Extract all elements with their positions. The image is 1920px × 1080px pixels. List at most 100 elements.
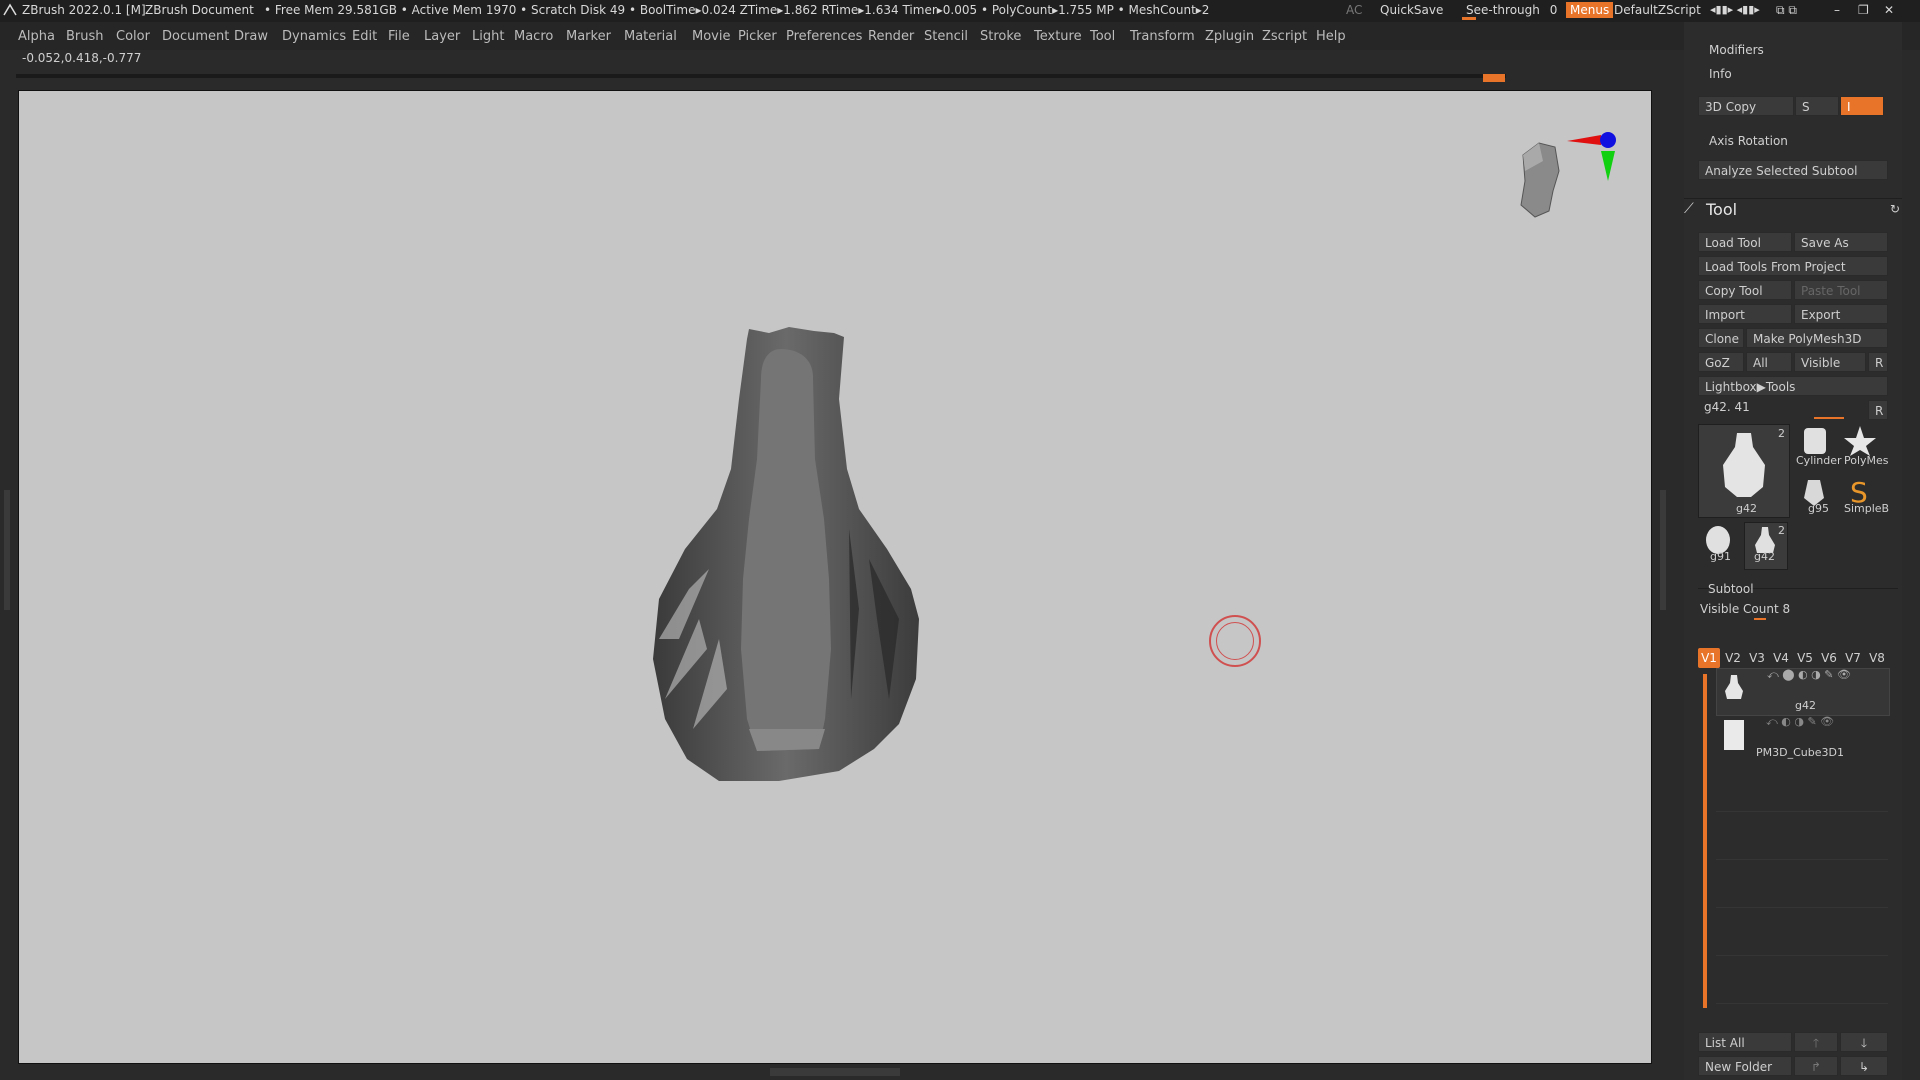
load-tool-button[interactable]: Load Tool	[1698, 232, 1792, 252]
navigation-head-icon[interactable]	[1509, 121, 1639, 231]
subtool-empty-slots	[1716, 764, 1888, 1004]
lightbox-tools-button[interactable]: Lightbox▶Tools	[1698, 376, 1888, 396]
export-button[interactable]: Export	[1794, 304, 1888, 324]
menu-item-preferences[interactable]: Preferences	[786, 29, 862, 44]
minimize-icon[interactable]: –	[1834, 3, 1840, 17]
axis-rotation-label[interactable]: Axis Rotation	[1709, 134, 1788, 148]
menu-item-edit[interactable]: Edit	[352, 29, 377, 44]
menu-item-light[interactable]: Light	[472, 29, 504, 44]
paste-tool-button[interactable]: Paste Tool	[1794, 280, 1888, 300]
subtool-name-g42: g42	[1795, 699, 1816, 712]
menu-item-material[interactable]: Material	[624, 29, 677, 44]
analyze-selected-subtool-button[interactable]: Analyze Selected Subtool	[1698, 160, 1888, 180]
load-tools-from-project-button[interactable]: Load Tools From Project	[1698, 256, 1888, 276]
move-up-icon[interactable]: 🡑	[1794, 1032, 1838, 1052]
menus-button[interactable]: Menus	[1566, 2, 1614, 18]
see-through-fill	[1462, 17, 1476, 20]
refresh-icon[interactable]: ↻	[1890, 202, 1900, 216]
import-button[interactable]: Import	[1698, 304, 1792, 324]
copy-3d-button[interactable]: 3D Copy	[1698, 96, 1794, 116]
tab-v6[interactable]: V6	[1818, 648, 1840, 668]
tool-label-g95: g95	[1808, 502, 1829, 515]
timeline-marker[interactable]	[1483, 74, 1505, 82]
tab-v2[interactable]: V2	[1722, 648, 1744, 668]
coordinates-readout: -0.052,0.418,-0.777	[22, 51, 142, 65]
subtool-row-icons[interactable]: ⤺ ◐ ◑ ✎ 👁	[1766, 715, 1834, 729]
list-all-button[interactable]: List All	[1698, 1032, 1792, 1052]
default-zscript-button[interactable]: DefaultZScript	[1614, 3, 1701, 17]
menu-item-draw[interactable]: Draw	[234, 29, 268, 44]
menu-item-brush[interactable]: Brush	[66, 29, 104, 44]
quicksave-button[interactable]: QuickSave	[1380, 3, 1443, 17]
subtool-scrollbar[interactable]	[1703, 674, 1707, 1008]
menu-item-movie[interactable]: Movie	[692, 29, 730, 44]
menu-item-dynamics[interactable]: Dynamics	[282, 29, 346, 44]
tab-v4[interactable]: V4	[1770, 648, 1792, 668]
menu-item-tool[interactable]: Tool	[1090, 29, 1115, 44]
menu-item-transform[interactable]: Transform	[1130, 29, 1195, 44]
menu-item-alpha[interactable]: Alpha	[18, 29, 55, 44]
menu-item-layer[interactable]: Layer	[424, 29, 460, 44]
tool-r-button[interactable]: R	[1868, 400, 1888, 420]
menu-item-document[interactable]: Document	[162, 29, 229, 44]
tool-label-g42: g42	[1736, 502, 1757, 515]
left-tray-handle[interactable]	[4, 490, 10, 610]
copy-tool-button[interactable]: Copy Tool	[1698, 280, 1792, 300]
menu-item-texture[interactable]: Texture	[1034, 29, 1082, 44]
subtool-row-cube[interactable]: ⤺ ◐ ◑ ✎ 👁 PM3D_Cube3D1	[1716, 715, 1888, 762]
tool-pin-icon[interactable]: ⟋	[1684, 201, 1694, 217]
tool-palette-title[interactable]: Tool	[1706, 200, 1737, 219]
subtool-header[interactable]: Subtool	[1708, 582, 1754, 596]
subtool-name-cube: PM3D_Cube3D1	[1756, 746, 1844, 759]
menu-item-color[interactable]: Color	[116, 29, 150, 44]
visible-count-fill	[1754, 618, 1766, 620]
menu-item-picker[interactable]: Picker	[738, 29, 777, 44]
menu-item-help[interactable]: Help	[1316, 29, 1346, 44]
layout-icons[interactable]: ◂▮▮▸ ◂▮▮▸	[1710, 3, 1760, 16]
menu-item-zscript[interactable]: Zscript	[1262, 29, 1307, 44]
menu-item-file[interactable]: File	[388, 29, 410, 44]
menu-item-marker[interactable]: Marker	[566, 29, 611, 44]
new-folder-button[interactable]: New Folder	[1698, 1056, 1792, 1076]
current-tool-slider[interactable]: g42. 41	[1704, 400, 1750, 414]
viewport-canvas[interactable]	[18, 90, 1652, 1064]
tool-label-cylinder: Cylinder	[1796, 454, 1842, 467]
tab-v3[interactable]: V3	[1746, 648, 1768, 668]
folder-action2-icon[interactable]: ↳	[1840, 1056, 1888, 1076]
info-header[interactable]: Info	[1709, 67, 1732, 81]
menu-item-zplugin[interactable]: Zplugin	[1205, 29, 1254, 44]
tab-v8[interactable]: V8	[1866, 648, 1888, 668]
goz-r-button[interactable]: R	[1868, 352, 1888, 372]
move-down-icon[interactable]: 🡓	[1840, 1032, 1888, 1052]
clone-button[interactable]: Clone	[1698, 328, 1744, 348]
menu-item-stencil[interactable]: Stencil	[924, 29, 968, 44]
modifiers-header[interactable]: Modifiers	[1709, 43, 1764, 57]
bottom-tray-handle[interactable]	[770, 1068, 900, 1076]
goz-all-button[interactable]: All	[1746, 352, 1792, 372]
folder-action-icon[interactable]: ↱	[1794, 1056, 1838, 1076]
tab-v7[interactable]: V7	[1842, 648, 1864, 668]
title-bar: ZBrush 2022.0.1 [M] ZBrush Document • Fr…	[0, 0, 1920, 22]
right-tray-handle[interactable]	[1660, 490, 1666, 610]
restore-icon[interactable]: ❐	[1858, 3, 1869, 17]
see-through-slider[interactable]: See-through 0	[1466, 3, 1557, 17]
make-polymesh3d-button[interactable]: Make PolyMesh3D	[1746, 328, 1888, 348]
tab-v1[interactable]: V1	[1698, 648, 1720, 668]
copy-input-field[interactable]: I	[1840, 96, 1884, 116]
save-as-button[interactable]: Save As	[1794, 232, 1888, 252]
menu-item-macro[interactable]: Macro	[514, 29, 553, 44]
menu-item-render[interactable]: Render	[868, 29, 914, 44]
timeline-track[interactable]	[16, 74, 1506, 78]
close-icon[interactable]: ✕	[1884, 3, 1894, 17]
tool-label-g42-small: g42	[1754, 550, 1775, 563]
copy-s-button[interactable]: S	[1795, 96, 1839, 116]
goz-button[interactable]: GoZ	[1698, 352, 1744, 372]
visible-count-slider[interactable]: Visible Count 8	[1700, 602, 1790, 616]
goz-visible-button[interactable]: Visible	[1794, 352, 1866, 372]
subtool-row-icons[interactable]: ⤺ ⬤ ◐ ◑ ✎ 👁	[1767, 668, 1851, 682]
window-icons[interactable]: ⧉ ⧉	[1776, 3, 1797, 18]
tab-v5[interactable]: V5	[1794, 648, 1816, 668]
menu-item-stroke[interactable]: Stroke	[980, 29, 1021, 44]
ac-label[interactable]: AC	[1346, 3, 1362, 17]
subtool-row-g42[interactable]: ⤺ ⬤ ◐ ◑ ✎ 👁 g42	[1716, 668, 1890, 716]
